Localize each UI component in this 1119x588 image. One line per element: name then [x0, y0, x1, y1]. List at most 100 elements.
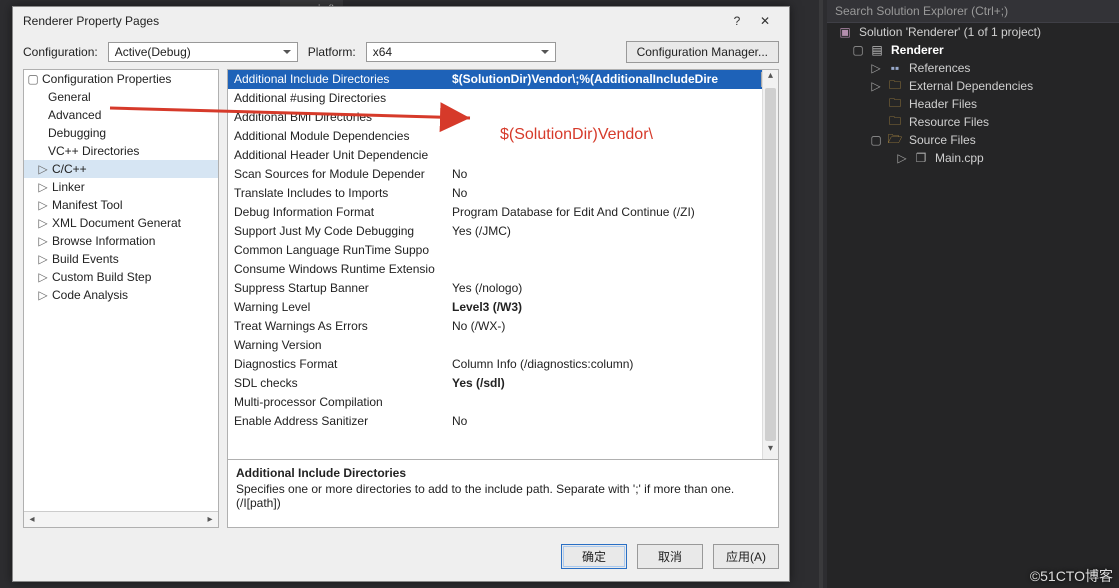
dialog-toolbar: Configuration: Active(Debug) Platform: x…	[13, 35, 789, 69]
tree-item-code-analysis[interactable]: ▷Code Analysis	[24, 286, 218, 304]
tree-item-debugging[interactable]: Debugging	[24, 124, 218, 142]
tree-item-build-events[interactable]: ▷Build Events	[24, 250, 218, 268]
property-value[interactable]: Yes (/nologo)	[446, 279, 778, 297]
property-value[interactable]	[446, 89, 778, 107]
property-row[interactable]: Suppress Startup BannerYes (/nologo)	[228, 279, 778, 298]
expand-icon[interactable]: ▢	[853, 43, 863, 57]
tree-item-advanced[interactable]: Advanced	[24, 106, 218, 124]
property-value[interactable]: No	[446, 165, 778, 183]
project-node[interactable]: ▢ ▤ Renderer	[827, 41, 1119, 59]
property-value[interactable]	[446, 146, 778, 164]
scrollbar-thumb[interactable]	[765, 88, 776, 441]
property-value[interactable]	[446, 127, 778, 145]
tree-item-xml-document-generat[interactable]: ▷XML Document Generat	[24, 214, 218, 232]
collapse-icon[interactable]: ▢	[28, 72, 38, 86]
horizontal-scrollbar[interactable]: ◂ ▸	[24, 511, 218, 527]
expand-icon[interactable]: ▷	[38, 270, 48, 284]
property-value[interactable]: No (/WX-)	[446, 317, 778, 335]
file-node-main[interactable]: ▷ ❐ Main.cpp	[827, 149, 1119, 167]
expand-icon[interactable]: ▷	[871, 61, 881, 75]
property-value[interactable]: Yes (/JMC)	[446, 222, 778, 240]
property-value[interactable]	[446, 393, 778, 411]
tree-item-vc-directories[interactable]: VC++ Directories	[24, 142, 218, 160]
property-value[interactable]: No	[446, 412, 778, 430]
expand-icon[interactable]: ▷	[38, 252, 48, 266]
property-value[interactable]	[446, 260, 778, 278]
property-pages-dialog: Renderer Property Pages ? ✕ Configuratio…	[12, 6, 790, 582]
tree-item-general[interactable]: General	[24, 88, 218, 106]
configuration-label: Configuration:	[23, 45, 98, 59]
property-row[interactable]: Common Language RunTime Suppo	[228, 241, 778, 260]
property-row[interactable]: Warning Version	[228, 336, 778, 355]
source-files-node[interactable]: ▢ 🗁 Source Files	[827, 131, 1119, 149]
property-name: Consume Windows Runtime Extensio	[228, 260, 446, 278]
scroll-right-icon[interactable]: ▸	[202, 514, 218, 525]
splitter[interactable]	[819, 0, 823, 588]
expand-icon[interactable]: ▷	[897, 151, 907, 165]
property-value[interactable]: Column Info (/diagnostics:column)	[446, 355, 778, 373]
property-row[interactable]: Warning LevelLevel3 (/W3)	[228, 298, 778, 317]
collapse-icon[interactable]: ▢	[871, 133, 881, 147]
property-row[interactable]: Additional Module Dependencies	[228, 127, 778, 146]
references-node[interactable]: ▷ ▪▪ References	[827, 59, 1119, 77]
property-row[interactable]: Debug Information FormatProgram Database…	[228, 203, 778, 222]
expand-icon[interactable]: ▷	[38, 234, 48, 248]
close-button[interactable]: ✕	[751, 14, 779, 28]
property-row[interactable]: Enable Address SanitizerNo	[228, 412, 778, 431]
property-row[interactable]: Consume Windows Runtime Extensio	[228, 260, 778, 279]
help-button[interactable]: ?	[723, 14, 751, 28]
tree-root[interactable]: ▢ Configuration Properties	[24, 70, 218, 88]
apply-button[interactable]: 应用(A)	[713, 544, 779, 569]
tree-item-label: Browse Information	[52, 234, 155, 248]
platform-combo[interactable]: x64	[366, 42, 556, 62]
expand-icon[interactable]: ▷	[38, 180, 48, 194]
scroll-left-icon[interactable]: ◂	[24, 514, 40, 525]
expand-icon[interactable]: ▷	[38, 288, 48, 302]
expand-icon[interactable]: ▷	[871, 79, 881, 93]
property-row[interactable]: SDL checksYes (/sdl)	[228, 374, 778, 393]
property-value[interactable]: No	[446, 184, 778, 202]
folder-icon: 🗀	[887, 115, 903, 129]
property-value[interactable]	[446, 241, 778, 259]
dialog-title: Renderer Property Pages	[23, 14, 723, 28]
external-deps-node[interactable]: ▷ 🗀 External Dependencies	[827, 77, 1119, 95]
tree-item-label: C/C++	[52, 162, 87, 176]
property-value[interactable]: $(SolutionDir)Vendor\;%(AdditionalInclud…	[446, 70, 778, 88]
cancel-button[interactable]: 取消	[637, 544, 703, 569]
property-row[interactable]: Additional #using Directories	[228, 89, 778, 108]
property-row[interactable]: Treat Warnings As ErrorsNo (/WX-)	[228, 317, 778, 336]
scroll-up-icon[interactable]: ▴	[763, 70, 778, 86]
property-value[interactable]: Yes (/sdl)	[446, 374, 778, 392]
tree-item-c-c-[interactable]: ▷ C/C++	[24, 160, 218, 178]
solution-search[interactable]: Search Solution Explorer (Ctrl+;)	[827, 0, 1119, 23]
dialog-titlebar[interactable]: Renderer Property Pages ? ✕	[13, 7, 789, 35]
expand-icon[interactable]: ▷	[38, 162, 48, 176]
property-row[interactable]: Diagnostics FormatColumn Info (/diagnost…	[228, 355, 778, 374]
resource-files-node[interactable]: 🗀 Resource Files	[827, 113, 1119, 131]
property-value[interactable]: Program Database for Edit And Continue (…	[446, 203, 778, 221]
tree-item-custom-build-step[interactable]: ▷Custom Build Step	[24, 268, 218, 286]
expand-icon[interactable]: ▷	[38, 198, 48, 212]
tree-item-linker[interactable]: ▷Linker	[24, 178, 218, 196]
configuration-manager-button[interactable]: Configuration Manager...	[626, 41, 779, 63]
property-row[interactable]: Translate Includes to ImportsNo	[228, 184, 778, 203]
property-row[interactable]: Support Just My Code DebuggingYes (/JMC)	[228, 222, 778, 241]
property-row[interactable]: Scan Sources for Module DependerNo	[228, 165, 778, 184]
solution-node[interactable]: ▣ Solution 'Renderer' (1 of 1 project)	[827, 23, 1119, 41]
tree-item-manifest-tool[interactable]: ▷Manifest Tool	[24, 196, 218, 214]
ok-button[interactable]: 确定	[561, 544, 627, 569]
property-name: Additional BMI Directories	[228, 108, 446, 126]
vertical-scrollbar[interactable]: ▴ ▾	[762, 70, 778, 459]
property-row[interactable]: Multi-processor Compilation	[228, 393, 778, 412]
scroll-down-icon[interactable]: ▾	[763, 443, 778, 459]
property-value[interactable]: Level3 (/W3)	[446, 298, 778, 316]
expand-icon[interactable]: ▷	[38, 216, 48, 230]
property-value[interactable]	[446, 336, 778, 354]
property-row[interactable]: Additional Include Directories$(Solution…	[228, 70, 778, 89]
header-files-node[interactable]: 🗀 Header Files	[827, 95, 1119, 113]
tree-item-browse-information[interactable]: ▷ Browse Information	[24, 232, 218, 250]
property-row[interactable]: Additional Header Unit Dependencie	[228, 146, 778, 165]
property-row[interactable]: Additional BMI Directories	[228, 108, 778, 127]
property-value[interactable]	[446, 108, 778, 126]
configuration-combo[interactable]: Active(Debug)	[108, 42, 298, 62]
